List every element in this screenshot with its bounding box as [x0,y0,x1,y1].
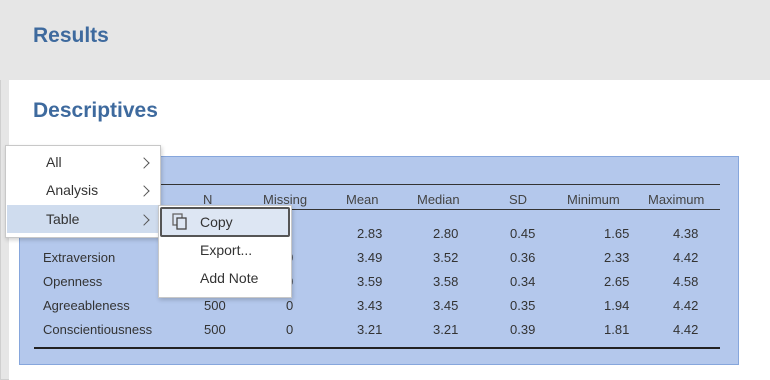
menu-item-add-note-label: Add Note [200,270,259,286]
table-cell-minimum: 1.94 [604,298,630,313]
column-header-median: Median [417,192,460,207]
table-cell-n: 500 [204,298,226,313]
table-cell-mean: 3.49 [357,250,383,265]
context-menu: All Analysis Table [5,145,161,238]
table-cell-mean: 2.83 [357,226,383,241]
column-header-maximum: Maximum [648,192,705,207]
descriptives-title: Descriptives [33,99,158,122]
table-cell-maximum: 4.42 [673,250,699,265]
table-row-label: Agreeableness [43,298,130,313]
table-cell-maximum: 4.38 [673,226,699,241]
table-row-label: Extraversion [43,250,116,265]
table-cell-minimum: 1.65 [604,226,630,241]
table-submenu: Copy Export... Add Note [158,205,292,298]
table-cell-median: 3.45 [433,298,459,313]
table-cell-median: 2.80 [433,226,459,241]
menu-item-export-label: Export... [200,242,253,258]
table-cell-median: 3.58 [433,274,459,289]
menu-item-all[interactable]: All [6,148,160,176]
menu-item-table[interactable]: Table [6,205,160,233]
table-cell-median: 3.52 [433,250,459,265]
column-header-sd: SD [509,192,528,207]
table-cell-sd: 0.39 [510,322,536,337]
table-cell-sd: 0.35 [510,298,536,313]
chevron-right-icon [138,214,150,226]
table-row-label: Openness [43,274,103,289]
table-cell-mean: 3.21 [357,322,383,337]
column-header-mean: Mean [346,192,379,207]
table-row-label: Conscientiousness [43,322,153,337]
chevron-right-icon [138,185,150,197]
menu-item-add-note[interactable]: Add Note [159,264,291,292]
menu-item-all-label: All [46,154,62,170]
table-cell-minimum: 2.65 [604,274,630,289]
copy-icon [172,213,188,230]
results-header: Results [0,0,770,80]
table-cell-minimum: 1.81 [604,322,630,337]
column-header-minimum: Minimum [567,192,620,207]
results-title: Results [33,24,109,47]
table-cell-missing: 0 [286,322,294,337]
menu-item-analysis[interactable]: Analysis [6,176,160,204]
table-cell-minimum: 2.33 [604,250,630,265]
table-cell-sd: 0.45 [510,226,536,241]
table-cell-median: 3.21 [433,322,459,337]
table-cell-sd: 0.34 [510,274,536,289]
chevron-right-icon [138,157,150,169]
menu-item-table-label: Table [46,211,80,227]
table-cell-sd: 0.36 [510,250,536,265]
table-cell-missing: 0 [286,298,294,313]
menu-item-copy-label: Copy [200,214,233,230]
menu-item-export[interactable]: Export... [159,236,291,264]
table-cell-maximum: 4.58 [673,274,699,289]
table-bottom-rule [34,347,720,349]
table-cell-mean: 3.59 [357,274,383,289]
table-cell-n: 500 [204,322,226,337]
table-cell-mean: 3.43 [357,298,383,313]
table-cell-maximum: 4.42 [673,298,699,313]
menu-item-copy[interactable]: Copy [159,206,291,236]
menu-item-analysis-label: Analysis [46,182,99,198]
table-cell-maximum: 4.42 [673,322,699,337]
